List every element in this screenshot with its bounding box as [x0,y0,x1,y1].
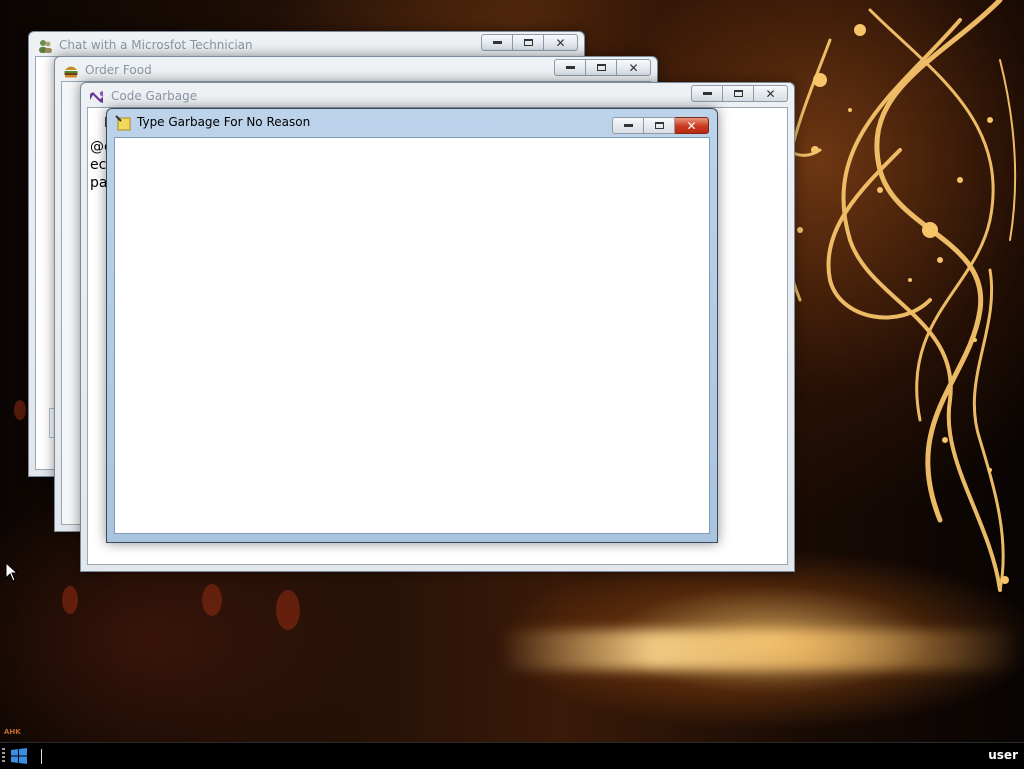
titlebar[interactable]: Order Food ✕ [55,57,657,83]
minimize-icon [565,66,575,69]
window-type-garbage[interactable]: Type Garbage For No Reason ✕ [106,108,718,543]
maximize-icon [523,39,533,46]
window-title: Chat with a Microsfot Technician [59,38,253,52]
close-icon: ✕ [555,35,566,50]
notepad-icon [115,115,131,131]
wallpaper-signature: AHK [4,728,21,736]
maximize-button[interactable] [513,34,544,51]
user-label[interactable]: user [988,748,1018,762]
titlebar[interactable]: Chat with a Microsfot Technician ✕ [29,32,584,58]
garbage-text-area[interactable] [114,137,710,534]
titlebar[interactable]: Type Garbage For No Reason ✕ [107,109,717,135]
window-title: Order Food [85,63,152,77]
users-icon [39,40,52,53]
close-button[interactable]: ✕ [544,34,578,51]
minimize-icon [702,92,712,95]
maximize-button[interactable] [723,85,754,102]
mouse-cursor-icon [5,562,19,582]
close-button[interactable]: ✕ [617,59,651,76]
minimize-button[interactable] [612,117,644,134]
minimize-button[interactable] [481,34,513,51]
window-title: Code Garbage [111,89,198,103]
close-icon: ✕ [765,86,776,101]
taskbar-grip[interactable] [2,748,5,764]
titlebar[interactable]: Code Garbage ✕ [81,83,794,109]
close-button[interactable]: ✕ [754,85,788,102]
minimize-icon [492,41,502,44]
maximize-button[interactable] [644,117,675,134]
maximize-icon [596,64,606,71]
taskbar: user [0,742,1024,769]
maximize-icon [654,122,664,129]
minimize-button[interactable] [691,85,723,102]
windows-logo-icon[interactable] [8,747,30,765]
taskbar-separator [41,749,42,764]
close-icon: ✕ [686,118,697,133]
window-title: Type Garbage For No Reason [137,115,311,129]
maximize-button[interactable] [586,59,617,76]
minimize-button[interactable] [554,59,586,76]
minimize-icon [623,124,633,127]
close-icon: ✕ [628,60,639,75]
burger-icon [64,66,78,78]
code-line: pa [90,175,108,191]
visual-studio-icon [90,91,103,103]
close-button[interactable]: ✕ [675,117,709,134]
maximize-icon [733,90,743,97]
